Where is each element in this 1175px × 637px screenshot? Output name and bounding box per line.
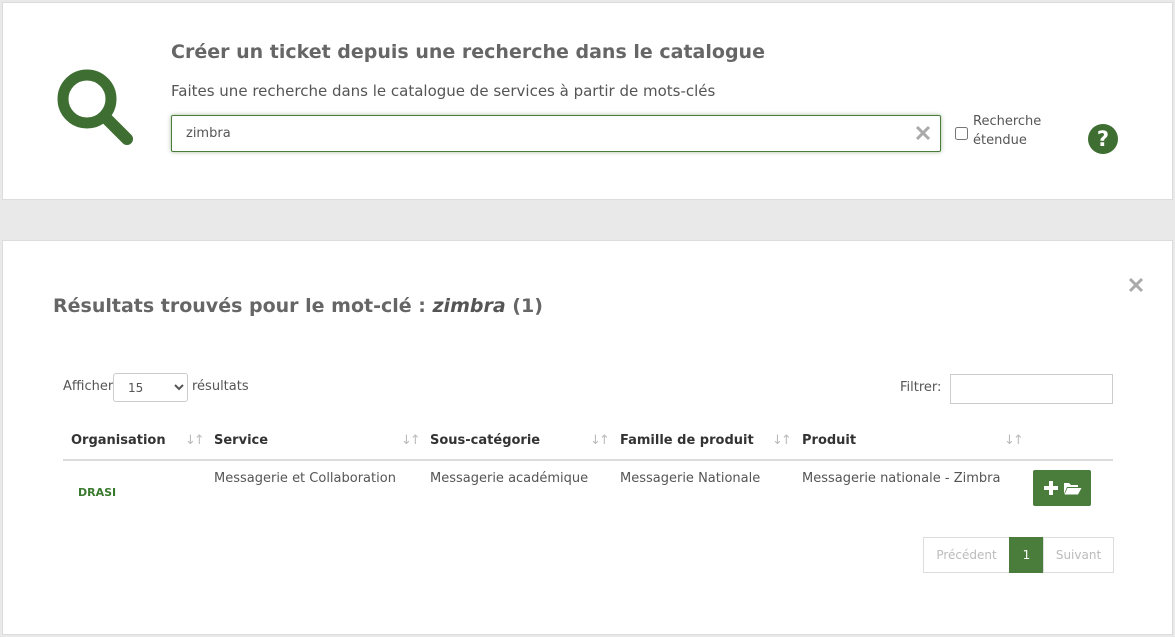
- column-sous-categorie[interactable]: Sous-catégorie: [430, 433, 540, 448]
- show-label: Afficher: [63, 379, 114, 394]
- page-subtitle: Faites une recherche dans le catalogue d…: [171, 82, 716, 100]
- cell-service: Messagerie et Collaboration: [214, 471, 396, 486]
- next-page-button[interactable]: Suivant: [1043, 537, 1114, 573]
- page-1-button[interactable]: 1: [1009, 537, 1044, 573]
- plus-icon: [1044, 481, 1058, 495]
- sort-icon[interactable]: ↓↑: [401, 433, 421, 448]
- previous-page-button[interactable]: Précédent: [923, 537, 1010, 573]
- organisation-link[interactable]: DRASI: [78, 486, 116, 499]
- sort-icon[interactable]: ↓↑: [1004, 433, 1024, 448]
- column-service[interactable]: Service: [214, 433, 268, 448]
- search-input[interactable]: [184, 116, 904, 151]
- search-panel: Créer un ticket depuis une recherche dan…: [2, 2, 1173, 200]
- filter-input[interactable]: [950, 374, 1113, 404]
- column-produit[interactable]: Produit: [802, 433, 856, 448]
- results-table: Organisation ↓↑ Service ↓↑ Sous-catégori…: [63, 421, 1113, 517]
- svg-text:?: ?: [1097, 127, 1109, 151]
- search-box: [171, 115, 941, 152]
- clear-icon[interactable]: [914, 124, 932, 142]
- column-famille-produit[interactable]: Famille de produit: [620, 433, 754, 448]
- cell-produit: Messagerie nationale - Zimbra: [802, 471, 1001, 486]
- table-row: DRASI Messagerie et Collaboration Messag…: [63, 461, 1113, 517]
- page-size-select[interactable]: 15: [113, 373, 188, 402]
- cell-sous-categorie: Messagerie académique: [430, 471, 589, 486]
- filter-label: Filtrer:: [900, 380, 942, 395]
- results-count: (1): [512, 295, 543, 317]
- extended-search-checkbox[interactable]: [955, 127, 968, 140]
- results-keyword: zimbra: [432, 295, 506, 317]
- help-icon[interactable]: ?: [1087, 123, 1119, 155]
- cell-famille-produit: Messagerie Nationale: [620, 471, 761, 486]
- extended-search-label[interactable]: Recherche étendue: [973, 112, 1063, 150]
- sort-icon[interactable]: ↓↑: [185, 433, 205, 448]
- results-panel: Résultats trouvés pour le mot-clé : zimb…: [2, 240, 1173, 635]
- table-header: Organisation ↓↑ Service ↓↑ Sous-catégori…: [63, 421, 1113, 461]
- close-results-icon[interactable]: [1128, 277, 1144, 293]
- column-organisation[interactable]: Organisation: [71, 433, 166, 448]
- pagination: Précédent 1 Suivant: [923, 537, 1114, 573]
- page-size-suffix: résultats: [192, 379, 249, 394]
- page-title: Créer un ticket depuis une recherche dan…: [171, 41, 765, 63]
- create-ticket-button[interactable]: [1033, 470, 1091, 506]
- results-title-prefix: Résultats trouvés pour le mot-clé :: [53, 295, 426, 317]
- sort-icon[interactable]: ↓↑: [772, 433, 792, 448]
- results-title: Résultats trouvés pour le mot-clé : zimb…: [53, 295, 543, 317]
- search-icon: [57, 69, 133, 145]
- folder-open-icon: [1064, 483, 1082, 495]
- sort-icon[interactable]: ↓↑: [590, 433, 610, 448]
